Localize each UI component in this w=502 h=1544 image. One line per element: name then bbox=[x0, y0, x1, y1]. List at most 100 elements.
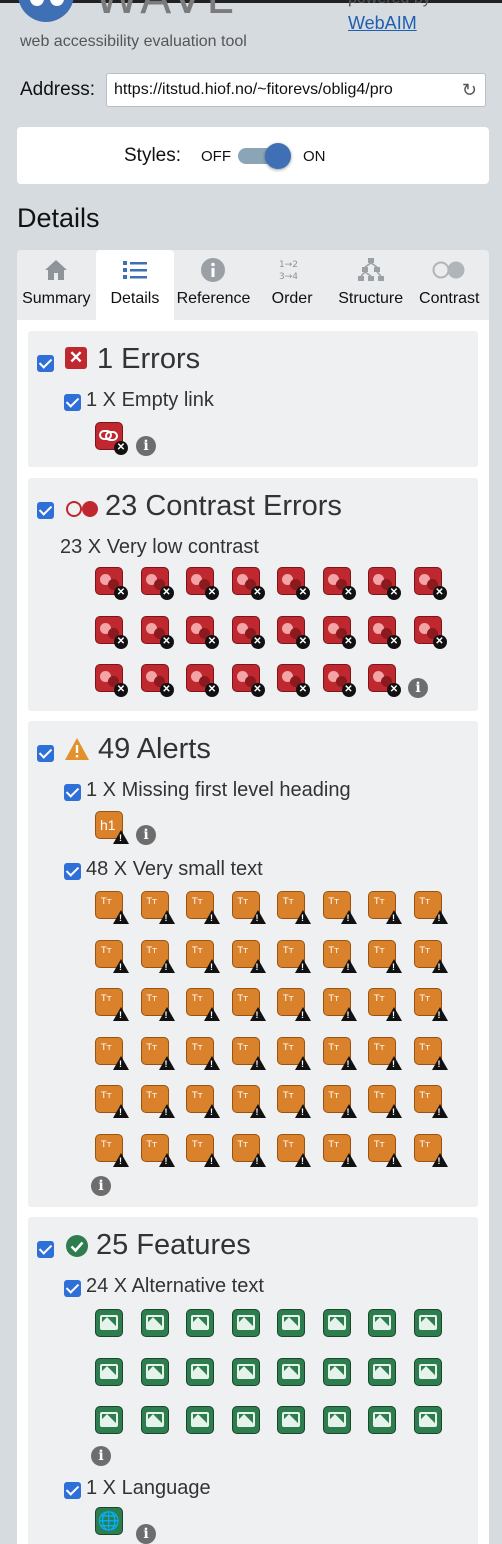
alt-text-image-icon[interactable] bbox=[322, 1406, 351, 1434]
alt-text-image-icon[interactable] bbox=[140, 1357, 169, 1386]
small-text-icon[interactable]: Tт bbox=[277, 891, 311, 924]
small-text-icon[interactable]: Tт bbox=[231, 1036, 266, 1070]
low-contrast-icon[interactable]: ✕ bbox=[277, 567, 310, 600]
small-text-icon[interactable]: Tт bbox=[277, 939, 311, 973]
low-contrast-icon[interactable]: ✕ bbox=[140, 615, 174, 649]
small-text-icon[interactable]: Tт bbox=[186, 939, 220, 973]
small-text-icon[interactable]: Tт bbox=[322, 988, 357, 1021]
small-text-icon[interactable]: Tт bbox=[186, 891, 220, 924]
language-info-icon[interactable]: i bbox=[136, 1524, 156, 1544]
missing-h1-info-icon[interactable]: i bbox=[136, 825, 156, 845]
small-text-icon[interactable]: Tт bbox=[186, 988, 220, 1021]
small-text-icon[interactable]: Tт bbox=[277, 1036, 311, 1070]
tab-order[interactable]: 1→2 3→4 Order bbox=[253, 250, 332, 320]
small-text-icon[interactable]: Tт bbox=[322, 1133, 357, 1167]
low-contrast-icon[interactable]: ✕ bbox=[231, 615, 265, 649]
small-text-icon[interactable]: Tт bbox=[231, 891, 266, 924]
small-text-icon[interactable]: Tт bbox=[413, 988, 448, 1021]
low-contrast-icon[interactable]: ✕ bbox=[231, 664, 265, 697]
small-text-icon[interactable]: Tт bbox=[413, 891, 448, 924]
alt-text-image-icon[interactable] bbox=[277, 1309, 305, 1337]
tab-structure[interactable]: Structure bbox=[331, 250, 410, 320]
language-checkbox[interactable] bbox=[64, 1482, 81, 1499]
alt-text-image-icon[interactable] bbox=[277, 1357, 305, 1386]
small-text-icon[interactable]: Tт bbox=[140, 1085, 175, 1118]
small-text-icon[interactable]: Tт bbox=[413, 1133, 448, 1167]
low-contrast-icon[interactable]: ✕ bbox=[95, 664, 128, 697]
features-checkbox[interactable] bbox=[37, 1241, 54, 1258]
small-text-icon[interactable]: Tт bbox=[140, 988, 175, 1021]
low-contrast-icon[interactable]: ✕ bbox=[413, 567, 447, 600]
small-text-icon[interactable]: Tт bbox=[231, 988, 266, 1021]
address-input[interactable] bbox=[107, 74, 447, 106]
small-text-icon[interactable]: Tт bbox=[95, 1085, 129, 1118]
alt-text-image-icon[interactable] bbox=[322, 1309, 351, 1337]
tab-reference[interactable]: Reference bbox=[174, 250, 253, 320]
missing-h1-checkbox[interactable] bbox=[64, 784, 81, 801]
empty-link-info-icon[interactable]: i bbox=[136, 436, 156, 456]
alt-text-image-icon[interactable] bbox=[186, 1406, 214, 1434]
alt-text-image-icon[interactable] bbox=[140, 1406, 169, 1434]
small-text-icon[interactable]: Tт bbox=[95, 988, 129, 1021]
small-text-icon[interactable]: Tт bbox=[95, 1036, 129, 1070]
reload-icon[interactable]: ↻ bbox=[462, 80, 477, 101]
alt-text-image-icon[interactable] bbox=[368, 1406, 396, 1434]
contrast-info-icon[interactable]: i bbox=[408, 678, 428, 698]
language-globe-icon[interactable]: 🌐 bbox=[95, 1507, 123, 1535]
alt-text-image-icon[interactable] bbox=[413, 1309, 442, 1337]
small-text-icon[interactable]: Tт bbox=[95, 891, 129, 924]
small-text-checkbox[interactable] bbox=[64, 863, 81, 880]
alt-text-image-icon[interactable] bbox=[368, 1357, 396, 1386]
alt-text-image-icon[interactable] bbox=[231, 1406, 260, 1434]
missing-h1-icon[interactable]: h1 bbox=[95, 811, 129, 844]
small-text-icon[interactable]: Tт bbox=[322, 1036, 357, 1070]
alt-text-image-icon[interactable] bbox=[413, 1357, 442, 1386]
low-contrast-icon[interactable]: ✕ bbox=[368, 664, 401, 697]
alt-text-image-icon[interactable] bbox=[231, 1357, 260, 1386]
small-text-icon[interactable]: Tт bbox=[368, 1036, 402, 1070]
small-text-icon[interactable]: Tт bbox=[231, 1085, 266, 1118]
small-text-icon[interactable]: Tт bbox=[413, 1036, 448, 1070]
small-text-icon[interactable]: Tт bbox=[231, 939, 266, 973]
tab-details[interactable]: Details bbox=[95, 250, 175, 320]
alt-text-image-icon[interactable] bbox=[186, 1357, 214, 1386]
small-text-icon[interactable]: Tт bbox=[322, 939, 357, 973]
alt-text-image-icon[interactable] bbox=[186, 1309, 214, 1337]
small-text-icon[interactable]: Tт bbox=[277, 988, 311, 1021]
low-contrast-icon[interactable]: ✕ bbox=[368, 615, 401, 649]
low-contrast-icon[interactable]: ✕ bbox=[231, 567, 265, 600]
alt-text-image-icon[interactable] bbox=[95, 1406, 123, 1434]
low-contrast-icon[interactable]: ✕ bbox=[322, 664, 356, 697]
small-text-icon[interactable]: Tт bbox=[95, 1133, 129, 1167]
low-contrast-icon[interactable]: ✕ bbox=[95, 615, 128, 649]
alt-text-image-icon[interactable] bbox=[277, 1406, 305, 1434]
errors-checkbox[interactable] bbox=[37, 355, 54, 372]
alerts-checkbox[interactable] bbox=[37, 745, 54, 762]
alt-text-image-icon[interactable] bbox=[231, 1309, 260, 1337]
low-contrast-icon[interactable]: ✕ bbox=[322, 615, 356, 649]
small-text-icon[interactable]: Tт bbox=[368, 939, 402, 973]
small-text-info-icon[interactable]: i bbox=[91, 1176, 111, 1196]
small-text-icon[interactable]: Tт bbox=[186, 1133, 220, 1167]
small-text-icon[interactable]: Tт bbox=[413, 939, 448, 973]
tab-contrast[interactable]: Contrast bbox=[410, 250, 489, 320]
small-text-icon[interactable]: Tт bbox=[368, 891, 402, 924]
small-text-icon[interactable]: Tт bbox=[277, 1133, 311, 1167]
low-contrast-icon[interactable]: ✕ bbox=[186, 567, 219, 600]
alt-text-image-icon[interactable] bbox=[413, 1406, 442, 1434]
low-contrast-icon[interactable]: ✕ bbox=[140, 567, 174, 600]
low-contrast-icon[interactable]: ✕ bbox=[368, 567, 401, 600]
alt-text-info-icon[interactable]: i bbox=[91, 1446, 111, 1466]
contrast-checkbox[interactable] bbox=[37, 502, 54, 519]
low-contrast-icon[interactable]: ✕ bbox=[95, 567, 128, 600]
low-contrast-icon[interactable]: ✕ bbox=[322, 567, 356, 600]
small-text-icon[interactable]: Tт bbox=[140, 939, 175, 973]
low-contrast-icon[interactable]: ✕ bbox=[277, 664, 310, 697]
alt-text-image-icon[interactable] bbox=[368, 1309, 396, 1337]
small-text-icon[interactable]: Tт bbox=[140, 891, 175, 924]
alt-text-image-icon[interactable] bbox=[95, 1309, 123, 1337]
small-text-icon[interactable]: Tт bbox=[95, 939, 129, 973]
empty-link-checkbox[interactable] bbox=[64, 394, 81, 411]
low-contrast-icon[interactable]: ✕ bbox=[186, 615, 219, 649]
small-text-icon[interactable]: Tт bbox=[140, 1036, 175, 1070]
